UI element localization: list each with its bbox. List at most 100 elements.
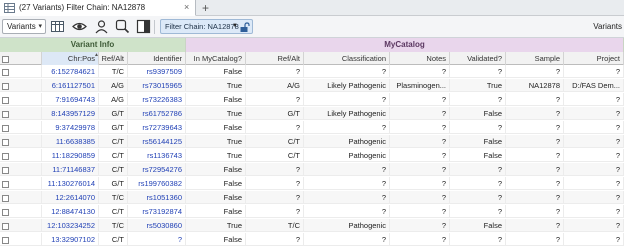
search-icon[interactable]	[115, 19, 130, 34]
column-header-ref-alt[interactable]: Ref/Alt	[246, 52, 304, 65]
checkbox-icon	[2, 110, 9, 118]
table-cell[interactable]: 11:130276014	[42, 177, 99, 190]
table-cell[interactable]: rs56144125	[128, 135, 186, 148]
table-cell[interactable]: rs61752786	[128, 107, 186, 120]
checkbox-icon	[2, 138, 9, 146]
column-header-in-mycatalog[interactable]: In MyCatalog?	[186, 52, 246, 65]
table-cell: C/T	[99, 233, 128, 246]
new-tab-button[interactable]: +	[202, 1, 209, 15]
row-checkbox[interactable]	[0, 107, 42, 120]
table-cell: ?	[246, 65, 304, 78]
table-cell: G/T	[99, 121, 128, 134]
table-cell[interactable]: 11:71146837	[42, 163, 99, 176]
table-cell[interactable]: 12:103234252	[42, 219, 99, 232]
eye-icon[interactable]	[72, 19, 87, 34]
table-cell[interactable]: 12:2614070	[42, 191, 99, 204]
table-cell[interactable]: rs72954276	[128, 163, 186, 176]
table-cell[interactable]: rs73226383	[128, 93, 186, 106]
table-cell: ?	[564, 219, 624, 232]
column-settings-icon[interactable]	[50, 19, 65, 34]
row-checkbox[interactable]	[0, 121, 42, 134]
table-cell: ?	[450, 191, 506, 204]
table-cell[interactable]: rs73192874	[128, 205, 186, 218]
table-row[interactable]: 12:2614070 T/C rs1051360 False??????	[0, 191, 624, 204]
column-header-validated[interactable]: Validated?	[450, 52, 506, 65]
table-cell[interactable]: 11:18290859	[42, 149, 99, 162]
table-cell[interactable]: 12:88474130	[42, 205, 99, 218]
table-cell[interactable]: rs199760382	[128, 177, 186, 190]
column-header-project[interactable]: Project	[564, 52, 624, 65]
table-cell: True	[186, 149, 246, 162]
group-header-mycatalog[interactable]: MyCatalog	[186, 38, 624, 52]
row-checkbox[interactable]	[0, 191, 42, 204]
row-checkbox[interactable]	[0, 233, 42, 246]
column-header-sample[interactable]: Sample	[506, 52, 564, 65]
tab-close-icon[interactable]: ×	[184, 2, 189, 12]
table-row[interactable]: 11:71146837 C/T rs72954276 False??????	[0, 163, 624, 176]
row-checkbox[interactable]	[0, 93, 42, 106]
row-checkbox[interactable]	[0, 135, 42, 148]
table-cell[interactable]: 9:37429978	[42, 121, 99, 134]
table-cell[interactable]: rs5030860	[128, 219, 186, 232]
column-header-ref-alt[interactable]: Ref/Alt	[99, 52, 128, 65]
table-cell[interactable]: 7:91694743	[42, 93, 99, 106]
row-checkbox[interactable]	[0, 149, 42, 162]
table-row[interactable]: 11:130276014 G/T rs199760382 False??????	[0, 177, 624, 190]
table-cell: ?	[450, 177, 506, 190]
table-cell[interactable]: rs72739643	[128, 121, 186, 134]
table-cell: ?	[246, 191, 304, 204]
row-checkbox[interactable]	[0, 79, 42, 92]
table-cell[interactable]: rs73015965	[128, 79, 186, 92]
table-row[interactable]: 12:103234252 T/C rs5030860 True T/C Pathogeni…	[0, 219, 624, 232]
table-cell[interactable]: rs1136743	[128, 149, 186, 162]
tab-variants-filter[interactable]: (27 Variants) Filter Chain: NA12878 ×	[0, 0, 196, 16]
row-checkbox[interactable]	[0, 65, 42, 78]
table-row[interactable]: 12:88474130 C/T rs73192874 False??????	[0, 205, 624, 218]
row-checkbox[interactable]	[0, 219, 42, 232]
table-row[interactable]: 8:143957129 G/T rs61752786 True G/T Likely Pa…	[0, 107, 624, 120]
table-cell: ?	[450, 121, 506, 134]
table-row[interactable]: 11:6638385 C/T rs56144125 True C/T Pathogenic…	[0, 135, 624, 148]
table-cell: C/T	[99, 149, 128, 162]
row-checkbox[interactable]	[0, 177, 42, 190]
table-cell: False	[186, 233, 246, 246]
group-header-variant-info[interactable]: Variant Info	[0, 38, 186, 52]
table-row[interactable]: 6:152784621 T/C rs9397509 False??????	[0, 65, 624, 78]
source-select[interactable]: Variants ▾	[2, 19, 46, 34]
table-cell[interactable]: 8:143957129	[42, 107, 99, 120]
table-cell: Pathogenic	[304, 219, 390, 232]
table-cell: ?	[506, 163, 564, 176]
row-checkbox[interactable]	[0, 205, 42, 218]
table-cell[interactable]: rs1051360	[128, 191, 186, 204]
table-row[interactable]: 11:18290859 C/T rs1136743 True C/T Pathogenic…	[0, 149, 624, 162]
column-header-identifier[interactable]: Identifier	[128, 52, 186, 65]
table-cell: True	[186, 135, 246, 148]
column-header-chr-pos[interactable]: Chr:Pos ▲	[42, 52, 99, 65]
toolbar: Variants ▾ Filter Chain: NA12878 ▼ Varia…	[0, 16, 624, 38]
filter-chain-button[interactable]: Filter Chain: NA12878 ▼	[160, 19, 253, 34]
table-cell: True	[186, 219, 246, 232]
table-cell[interactable]: 11:6638385	[42, 135, 99, 148]
column-header-classification[interactable]: Classification	[304, 52, 390, 65]
table-cell[interactable]: 6:161127501	[42, 79, 99, 92]
table-row[interactable]: 6:161127501 A/G rs73015965 True A/G Likely Pa…	[0, 79, 624, 92]
table-cell: ?	[304, 121, 390, 134]
user-icon[interactable]	[94, 19, 109, 34]
table-cell[interactable]: ?	[128, 233, 186, 246]
table-cell[interactable]: rs9397509	[128, 65, 186, 78]
table-cell: NA12878	[506, 79, 564, 92]
select-all-checkbox[interactable]	[0, 52, 42, 65]
table-row[interactable]: 9:37429978 G/T rs72739643 False??????	[0, 121, 624, 134]
table-cell: ?	[564, 107, 624, 120]
table-cell: True	[450, 79, 506, 92]
table-cell[interactable]: 13:32907102	[42, 233, 99, 246]
table-cell: ?	[564, 163, 624, 176]
panel-toggle-icon[interactable]	[136, 19, 151, 34]
table-row[interactable]: 7:91694743 A/G rs73226383 False??????	[0, 93, 624, 106]
row-checkbox[interactable]	[0, 163, 42, 176]
table-cell: False	[186, 205, 246, 218]
table-row[interactable]: 13:32907102 C/T? False??????	[0, 233, 624, 246]
table-cell: False	[186, 191, 246, 204]
column-header-notes[interactable]: Notes	[390, 52, 450, 65]
table-cell[interactable]: 6:152784621	[42, 65, 99, 78]
